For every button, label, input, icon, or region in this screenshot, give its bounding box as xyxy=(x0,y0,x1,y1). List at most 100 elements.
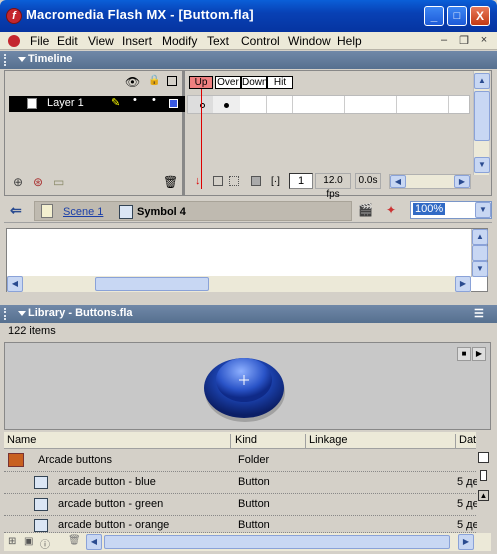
library-panel-header[interactable]: Library - Buttons.fla ☰ xyxy=(0,305,497,323)
panel-grip-icon[interactable] xyxy=(4,54,12,66)
doc-restore-icon[interactable]: ❐ xyxy=(456,34,472,48)
wide-view-icon[interactable] xyxy=(478,452,489,463)
menu-edit[interactable]: Edit xyxy=(57,34,78,48)
list-item[interactable]: arcade button - orange Button 5 де xyxy=(4,516,479,533)
timeline-vscroll[interactable]: ▲ ▼ xyxy=(473,71,490,175)
menu-view[interactable]: View xyxy=(88,34,114,48)
button-symbol-icon xyxy=(34,519,48,532)
add-guide-layer-icon[interactable]: ⊛ xyxy=(33,175,43,189)
scroll-right-icon[interactable]: ▶ xyxy=(454,175,470,188)
options-menu-icon[interactable]: ☰ xyxy=(474,307,484,320)
item-date: 5 де xyxy=(457,476,479,488)
stage-hscroll-thumb[interactable] xyxy=(95,277,209,291)
stage-scroll-thumb[interactable] xyxy=(472,245,488,261)
outline-color-icon[interactable] xyxy=(169,99,178,108)
eye-icon[interactable]: 👁 xyxy=(125,75,140,89)
delete-icon[interactable]: 🗑 xyxy=(68,535,81,546)
frame-label-hit[interactable]: Hit xyxy=(267,76,293,89)
lock-icon[interactable]: 🔒 xyxy=(148,75,160,86)
onion-outline-icon[interactable] xyxy=(229,176,239,186)
lib-hscroll-thumb[interactable] xyxy=(104,535,450,549)
modify-markers-icon[interactable]: [·] xyxy=(271,176,280,187)
breadcrumb-scene[interactable]: Scene 1 xyxy=(63,206,103,218)
frame-label-over[interactable]: Over xyxy=(215,76,241,89)
maximize-button[interactable]: □ xyxy=(447,6,467,26)
frame-label-down[interactable]: Down xyxy=(241,76,268,89)
scroll-left-icon[interactable]: ◀ xyxy=(390,175,406,188)
stage-vscroll[interactable]: ▲ ▼ xyxy=(471,229,488,277)
item-kind: Button xyxy=(238,498,270,510)
minimize-button[interactable]: _ xyxy=(424,6,444,26)
column-name[interactable]: Name xyxy=(4,434,231,448)
edit-scene-icon[interactable]: 🎬 xyxy=(358,203,373,217)
doc-close-icon[interactable]: × xyxy=(476,34,492,48)
stage-area[interactable]: ▲ ▼ ◀ ▶ xyxy=(6,228,488,292)
lock-dot-icon[interactable]: • xyxy=(152,94,156,106)
menu-control[interactable]: Control xyxy=(241,34,280,48)
narrow-view-icon[interactable] xyxy=(480,470,487,481)
flash-app-icon: f xyxy=(6,8,22,24)
add-layer-icon[interactable]: ⊕ xyxy=(13,175,23,189)
stage-hscroll[interactable]: ◀ ▶ xyxy=(7,276,471,292)
playhead[interactable] xyxy=(201,89,202,189)
zoom-select[interactable]: 100% ▼ xyxy=(410,201,492,219)
close-button[interactable]: X xyxy=(470,6,490,26)
insert-folder-icon[interactable]: ▭ xyxy=(53,175,64,189)
document-icon[interactable] xyxy=(8,35,20,47)
new-symbol-icon[interactable]: ⊞ xyxy=(8,536,16,547)
onion-skin-icon[interactable] xyxy=(213,176,223,186)
scroll-up-icon[interactable]: ▲ xyxy=(474,73,490,89)
pencil-icon: ✎ xyxy=(111,97,121,109)
timeline-hscroll[interactable]: ◀ ▶ xyxy=(389,174,471,189)
collapse-arrow-icon[interactable] xyxy=(18,57,26,62)
sort-order-icon[interactable]: ▲ xyxy=(478,490,489,501)
scroll-down-icon[interactable]: ▼ xyxy=(474,157,490,173)
menu-modify[interactable]: Modify xyxy=(162,34,197,48)
column-linkage[interactable]: Linkage xyxy=(306,434,456,448)
library-item-count: 122 items xyxy=(8,325,56,337)
delete-layer-icon[interactable]: 🗑 xyxy=(163,175,178,189)
library-collapse-icon[interactable] xyxy=(18,311,26,316)
play-icon[interactable]: ▶ xyxy=(472,347,486,361)
edit-multiple-icon[interactable] xyxy=(251,176,261,186)
library-grip-icon[interactable] xyxy=(4,308,12,320)
item-kind: Folder xyxy=(238,454,270,466)
stage-scroll-down-icon[interactable]: ▼ xyxy=(472,261,488,277)
lib-scroll-right-icon[interactable]: ▶ xyxy=(458,534,474,550)
layer-name: Layer 1 xyxy=(47,97,84,109)
frame-row[interactable] xyxy=(187,95,470,114)
frame-label-up[interactable]: Up xyxy=(189,76,213,89)
column-date[interactable]: Dat xyxy=(456,434,476,448)
stage-scroll-up-icon[interactable]: ▲ xyxy=(472,229,488,245)
layer-row[interactable]: Layer 1 ✎ • • xyxy=(9,94,185,112)
properties-icon[interactable]: ⓘ xyxy=(40,536,50,551)
list-item[interactable]: arcade button - blue Button 5 де xyxy=(4,472,479,494)
stop-icon[interactable]: ■ xyxy=(457,347,471,361)
frame-rate[interactable]: 12.0 fps xyxy=(315,173,351,200)
item-name: Arcade buttons xyxy=(38,454,112,466)
timeline-panel-header[interactable]: Timeline xyxy=(0,51,497,69)
menu-window[interactable]: Window xyxy=(288,34,331,48)
visible-dot-icon[interactable]: • xyxy=(133,94,137,106)
menu-insert[interactable]: Insert xyxy=(122,34,152,48)
stage-scroll-left-icon[interactable]: ◀ xyxy=(7,276,23,292)
chevron-down-icon[interactable]: ▼ xyxy=(475,202,491,218)
back-arrow-icon[interactable]: ⇐ xyxy=(10,202,22,219)
menu-help[interactable]: Help xyxy=(337,34,362,48)
center-frame-icon[interactable]: ↓ xyxy=(195,175,201,187)
menu-file[interactable]: File xyxy=(30,34,49,48)
item-date: 5 де xyxy=(457,498,479,510)
menu-text[interactable]: Text xyxy=(207,34,229,48)
stage-scroll-right-icon[interactable]: ▶ xyxy=(455,276,471,292)
edit-symbols-icon[interactable]: ✦ xyxy=(386,203,396,217)
column-kind[interactable]: Kind xyxy=(232,434,306,448)
scroll-thumb[interactable] xyxy=(474,91,490,141)
lib-scroll-left-icon[interactable]: ◀ xyxy=(86,534,102,550)
zoom-value[interactable]: 100% xyxy=(413,203,446,215)
doc-minimize-icon[interactable]: – xyxy=(436,34,452,48)
list-item[interactable]: Arcade buttons Folder xyxy=(4,450,476,472)
outline-icon[interactable] xyxy=(167,76,177,86)
list-item[interactable]: arcade button - green Button 5 де xyxy=(4,494,479,516)
layer-divider[interactable] xyxy=(182,71,185,195)
new-folder-icon[interactable]: ▣ xyxy=(24,536,33,547)
